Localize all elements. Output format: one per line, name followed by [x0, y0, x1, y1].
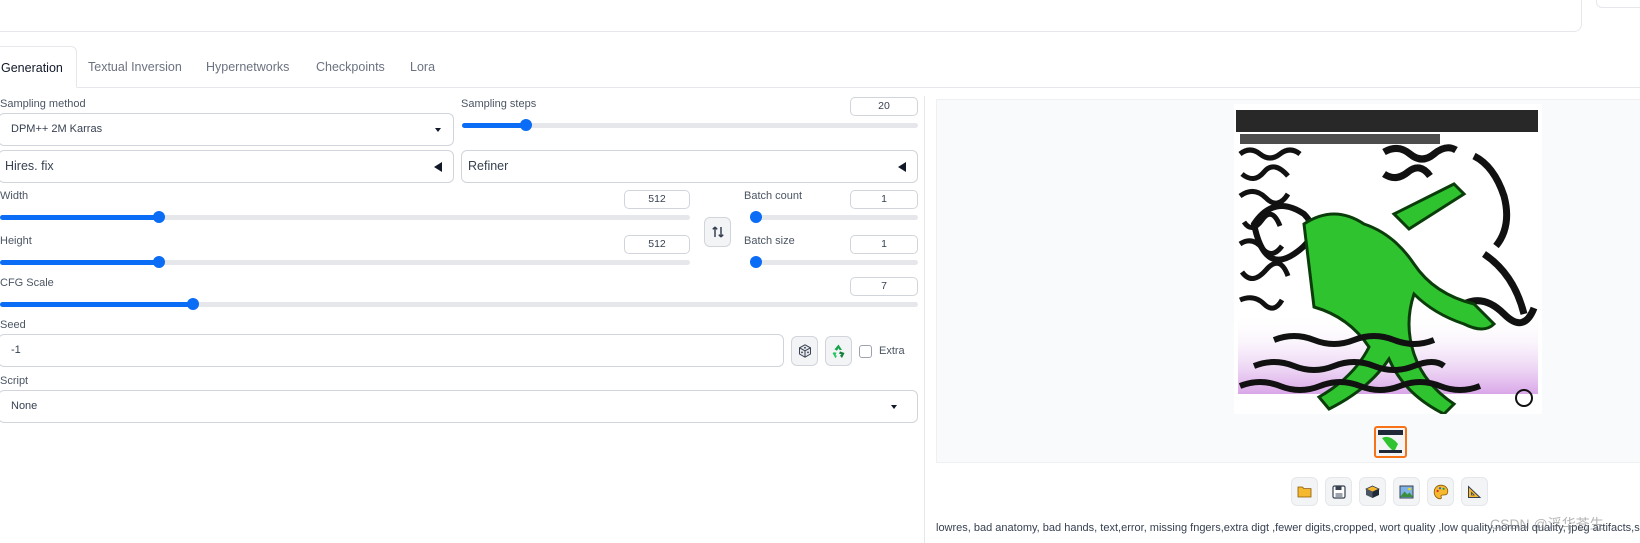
slider-thumb[interactable] — [152, 211, 165, 223]
slider-thumb[interactable] — [750, 256, 762, 268]
recycle-icon — [832, 344, 845, 358]
batch-size-input[interactable]: 1 — [850, 235, 918, 254]
refiner-accordion[interactable]: Refiner — [461, 150, 918, 183]
batch-count-label: Batch count — [744, 190, 803, 202]
cfg-scale-label: CFG Scale — [0, 277, 54, 289]
save-icon — [1331, 484, 1346, 499]
height-input[interactable]: 512 — [624, 235, 690, 254]
image-icon — [1399, 485, 1414, 498]
sampling-steps-slider[interactable] — [462, 118, 918, 132]
tab-generation[interactable]: Generation — [0, 46, 77, 88]
tab-textual-inversion[interactable]: Textual Inversion — [88, 46, 182, 88]
cfg-scale-slider[interactable] — [0, 297, 918, 311]
generated-image-art — [1234, 104, 1542, 414]
folder-icon — [1297, 486, 1312, 498]
sampling-steps-label: Sampling steps — [461, 98, 537, 110]
zip-button[interactable] — [1359, 477, 1386, 506]
send-to-img2img-button[interactable] — [1393, 477, 1420, 506]
refiner-label: Refiner — [468, 159, 509, 173]
tab-lora[interactable]: Lora — [410, 46, 435, 88]
image-thumbnail[interactable] — [1374, 426, 1407, 458]
slider-thumb[interactable] — [519, 119, 532, 131]
seed-value: -1 — [11, 344, 21, 356]
open-folder-button[interactable] — [1291, 477, 1318, 506]
extra-label: Extra — [879, 345, 905, 357]
swap-dimensions-button[interactable] — [704, 217, 731, 247]
sampling-method-label: Sampling method — [0, 98, 86, 110]
chevron-down-icon — [435, 128, 441, 132]
collapse-arrow-icon — [898, 162, 906, 172]
height-slider[interactable] — [0, 255, 690, 269]
width-input[interactable]: 512 — [624, 190, 690, 209]
slider-thumb[interactable] — [186, 298, 199, 310]
seed-label: Seed — [0, 319, 26, 331]
ruler-icon — [1468, 484, 1482, 498]
tab-checkpoints[interactable]: Checkpoints — [316, 46, 385, 88]
seed-input[interactable]: -1 — [0, 334, 784, 367]
hires-fix-label: Hires. fix — [5, 159, 54, 173]
prompt-textbox[interactable] — [0, 0, 1582, 32]
script-value: None — [11, 400, 38, 412]
zip-icon — [1365, 485, 1380, 498]
sampling-method-value: DPM++ 2M Karras — [11, 123, 103, 135]
save-button[interactable] — [1325, 477, 1352, 506]
collapse-arrow-icon — [434, 162, 442, 172]
script-label: Script — [0, 375, 29, 387]
thumbnail-preview — [1376, 428, 1405, 456]
watermark: CSDN @浮华苍生 — [1490, 516, 1604, 532]
sampling-method-dropdown[interactable]: DPM++ 2M Karras — [0, 113, 454, 146]
chevron-down-icon — [891, 405, 897, 409]
batch-count-slider[interactable] — [750, 210, 918, 224]
batch-count-input[interactable]: 1 — [850, 190, 918, 209]
slider-thumb[interactable] — [152, 256, 165, 268]
palette-icon — [1433, 484, 1448, 499]
dice-icon — [798, 344, 811, 358]
sampling-steps-input[interactable]: 20 — [850, 97, 918, 116]
hires-fix-accordion[interactable]: Hires. fix — [0, 150, 454, 183]
slider-thumb[interactable] — [750, 211, 762, 223]
reuse-seed-button[interactable] — [825, 336, 852, 366]
batch-size-slider[interactable] — [750, 255, 918, 269]
cfg-scale-input[interactable]: 7 — [850, 277, 918, 296]
send-to-extras-button[interactable] — [1461, 477, 1488, 506]
width-label: Width — [0, 190, 29, 202]
tab-bar: Generation Textual Inversion Hypernetwor… — [0, 46, 1640, 88]
extra-seed-checkbox[interactable] — [859, 345, 872, 358]
webui-page: Generation Textual Inversion Hypernetwor… — [0, 0, 1640, 543]
send-to-inpaint-button[interactable] — [1427, 477, 1454, 506]
script-dropdown[interactable]: None — [0, 390, 918, 423]
width-slider[interactable] — [0, 210, 690, 224]
tab-hypernetworks[interactable]: Hypernetworks — [206, 46, 289, 88]
batch-size-label: Batch size — [744, 235, 795, 247]
generated-image[interactable] — [1234, 104, 1542, 414]
random-seed-button[interactable] — [791, 336, 818, 366]
height-label: Height — [0, 235, 32, 247]
swap-arrows-icon — [711, 226, 724, 238]
panel-divider — [924, 96, 925, 543]
top-right-button[interactable] — [1596, 0, 1640, 8]
